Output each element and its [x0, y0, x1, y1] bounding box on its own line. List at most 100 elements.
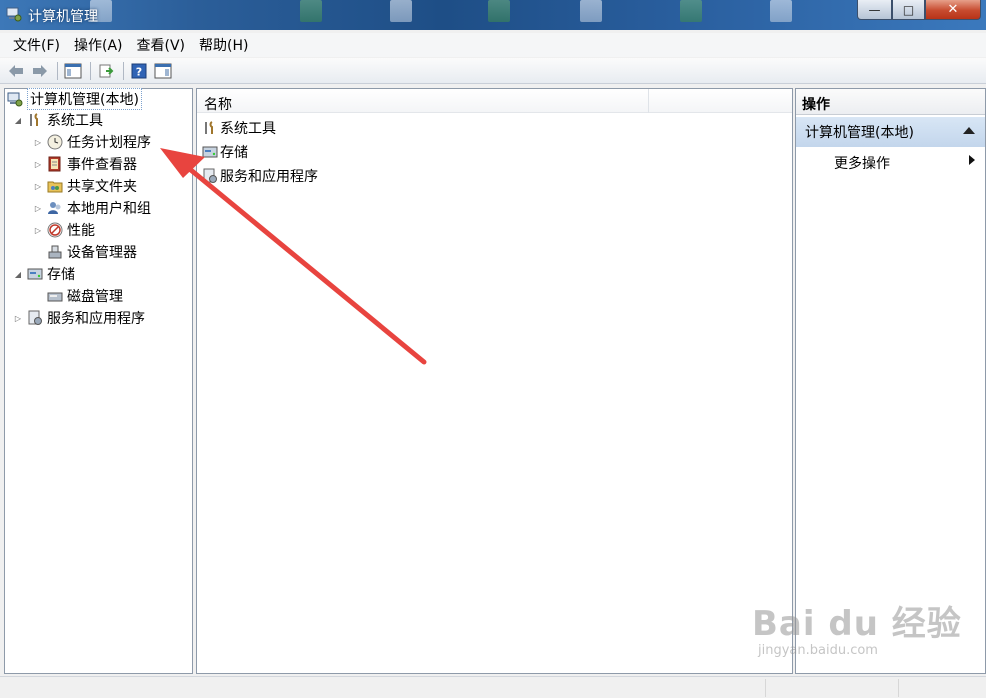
list-item[interactable]: 存储	[202, 141, 248, 163]
menu-view[interactable]: 查看(V)	[130, 32, 193, 58]
collapsed-arrow-icon[interactable]: ▷	[33, 182, 43, 191]
list-header: 名称	[197, 89, 792, 113]
more-actions-item[interactable]: 更多操作	[834, 153, 890, 173]
status-divider	[898, 679, 899, 697]
background-tile	[390, 0, 412, 22]
event-viewer-icon	[47, 156, 63, 172]
submenu-arrow-icon	[969, 155, 975, 165]
collapsed-arrow-icon[interactable]: ▷	[13, 314, 23, 323]
disk-icon	[47, 288, 63, 304]
results-pane: 名称 系统工具 存储 服务和应用程序	[196, 88, 793, 674]
collapsed-arrow-icon[interactable]: ▷	[33, 204, 43, 213]
list-item-label: 存储	[220, 145, 248, 161]
tools-icon	[27, 112, 43, 128]
tree-item-shared-folders[interactable]: ▷ 共享文件夹	[33, 176, 137, 196]
tree-item-task-scheduler[interactable]: ▷ 任务计划程序	[33, 132, 151, 152]
users-icon	[47, 200, 63, 216]
services-icon	[27, 310, 43, 326]
watermark-main: Bai du 经验	[752, 604, 962, 644]
tree-item-label: 性能	[67, 223, 95, 239]
svg-text:?: ?	[136, 65, 142, 78]
storage-icon	[202, 144, 218, 160]
maximize-button[interactable]: □	[892, 0, 925, 20]
export-list-button[interactable]	[95, 60, 117, 82]
actions-pane: 操作 计算机管理(本地) 更多操作	[795, 88, 986, 674]
show-hide-tree-button[interactable]	[62, 60, 84, 82]
tree-item-label: 存储	[47, 267, 75, 283]
menu-action[interactable]: 操作(A)	[67, 32, 130, 58]
tools-icon	[202, 120, 218, 136]
window-title: 计算机管理	[28, 9, 98, 25]
list-item[interactable]: 系统工具	[202, 117, 276, 139]
help-button[interactable]: ?	[128, 60, 150, 82]
tree-item-performance[interactable]: ▷ 性能	[33, 220, 95, 240]
menu-file[interactable]: 文件(F)	[6, 32, 67, 58]
storage-icon	[27, 266, 43, 282]
list-item-label: 服务和应用程序	[220, 169, 318, 185]
tree-item-label: 磁盘管理	[67, 289, 123, 305]
tree-item-root[interactable]: 计算机管理(本地)	[7, 88, 142, 110]
minimize-button[interactable]: —	[857, 0, 892, 20]
performance-icon	[47, 222, 63, 238]
column-header-name[interactable]: 名称	[197, 89, 649, 113]
show-hide-action-pane-button[interactable]	[152, 60, 174, 82]
computer-management-icon	[7, 91, 23, 107]
background-tile	[300, 0, 322, 22]
expanded-arrow-icon[interactable]: ◢	[13, 116, 23, 125]
status-divider	[765, 679, 766, 697]
background-tile	[770, 0, 792, 22]
collapsed-arrow-icon[interactable]: ▷	[33, 226, 43, 235]
tree-item-label: 事件查看器	[67, 157, 137, 173]
tree-item-storage[interactable]: ◢ 存储	[13, 264, 75, 284]
tree-item-label: 共享文件夹	[67, 179, 137, 195]
tree-item-label: 计算机管理(本地)	[27, 88, 142, 110]
background-tile	[680, 0, 702, 22]
title-bar: 计算机管理 — □ ✕	[0, 0, 986, 30]
tree-item-label: 设备管理器	[67, 245, 137, 261]
tree-item-disk-management[interactable]: 磁盘管理	[47, 286, 123, 306]
toolbar-separator	[90, 61, 91, 80]
watermark-sub: jingyan.baidu.com	[758, 643, 878, 658]
list-item-label: 系统工具	[220, 121, 276, 137]
action-pane-icon	[154, 63, 172, 78]
background-tile	[580, 0, 602, 22]
services-icon	[202, 168, 218, 184]
actions-section-computer-management[interactable]: 计算机管理(本地)	[796, 117, 985, 147]
toolbar: ?	[0, 58, 986, 84]
tree-item-label: 本地用户和组	[67, 201, 151, 217]
tree-item-event-viewer[interactable]: ▷ 事件查看器	[33, 154, 137, 174]
tree-item-local-users[interactable]: ▷ 本地用户和组	[33, 198, 151, 218]
tree-item-services-apps[interactable]: ▷ 服务和应用程序	[13, 308, 145, 328]
collapsed-arrow-icon[interactable]: ▷	[33, 138, 43, 147]
arrow-left-icon	[9, 64, 23, 77]
close-button[interactable]: ✕	[925, 0, 981, 20]
export-icon	[99, 64, 114, 77]
back-button[interactable]	[5, 60, 27, 82]
toolbar-separator	[123, 61, 124, 80]
arrow-right-icon	[33, 64, 47, 77]
tree-item-device-manager[interactable]: 设备管理器	[47, 242, 137, 262]
menu-help[interactable]: 帮助(H)	[192, 32, 255, 58]
toolbar-separator	[57, 61, 58, 80]
background-tile	[488, 0, 510, 22]
tree-item-system-tools[interactable]: ◢ 系统工具	[13, 110, 103, 130]
status-bar	[0, 676, 986, 698]
device-manager-icon	[47, 244, 63, 260]
actions-section-label: 计算机管理(本地)	[805, 125, 914, 141]
shared-folder-icon	[47, 178, 63, 194]
console-tree-pane: 计算机管理(本地) ◢ 系统工具 ▷ 任务计划程序 ▷ 事件查看器 ▷ 共享文件…	[4, 88, 193, 674]
tree-item-label: 系统工具	[47, 113, 103, 129]
clock-icon	[47, 134, 63, 150]
collapse-triangle-icon[interactable]	[963, 127, 975, 134]
watermark: Bai du 经验 jingyan.baidu.com	[752, 596, 962, 658]
actions-header: 操作	[796, 89, 985, 115]
computer-management-icon	[6, 7, 22, 22]
expanded-arrow-icon[interactable]: ◢	[13, 270, 23, 279]
menu-bar: 文件(F) 操作(A) 查看(V) 帮助(H)	[0, 33, 986, 57]
tree-item-label: 任务计划程序	[67, 135, 151, 151]
list-item[interactable]: 服务和应用程序	[202, 165, 318, 187]
collapsed-arrow-icon[interactable]: ▷	[33, 160, 43, 169]
console-tree-icon	[64, 63, 82, 78]
tree-item-label: 服务和应用程序	[47, 311, 145, 327]
forward-button[interactable]	[29, 60, 51, 82]
